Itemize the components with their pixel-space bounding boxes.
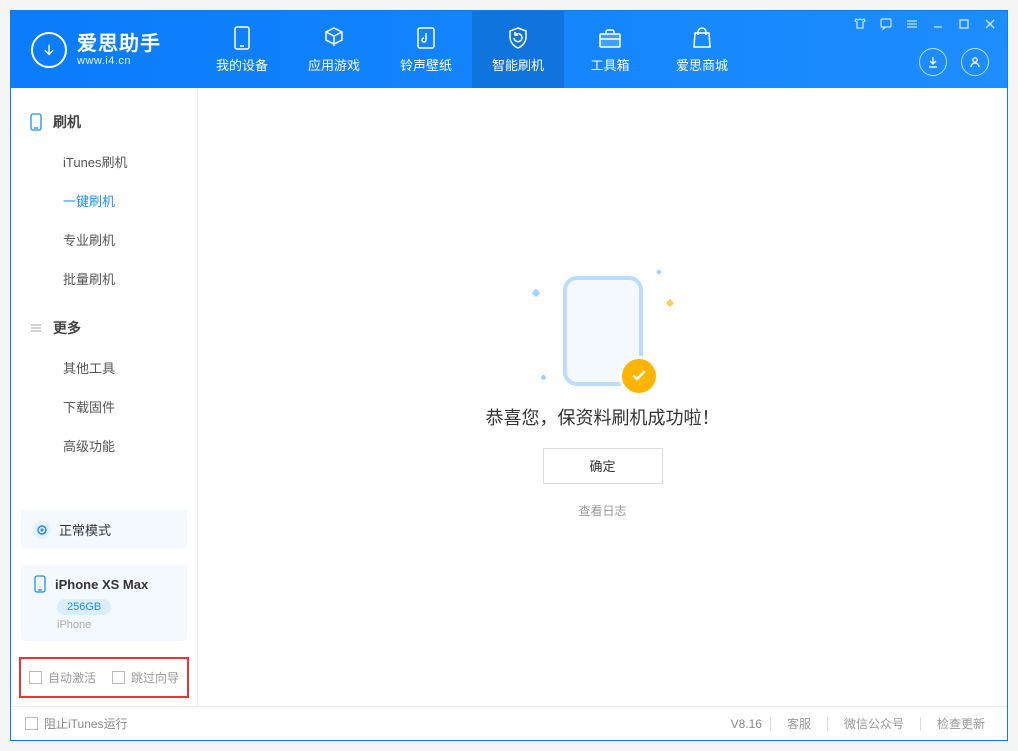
nav-label: 应用游戏 — [308, 55, 360, 74]
app-logo-icon — [31, 32, 67, 68]
version-label: V8.16 — [731, 717, 762, 731]
sidebar-item-pro-flash[interactable]: 专业刷机 — [11, 220, 197, 259]
nav-store[interactable]: 爱思商城 — [656, 11, 748, 88]
sidebar-item-download-firmware[interactable]: 下载固件 — [11, 387, 197, 426]
status-dot-icon — [33, 521, 51, 539]
cb-label: 阻止iTunes运行 — [44, 715, 128, 732]
nav-apps-games[interactable]: 应用游戏 — [288, 11, 380, 88]
sidebar-item-itunes-flash[interactable]: iTunes刷机 — [11, 142, 197, 181]
feedback-icon[interactable] — [879, 17, 893, 31]
checkbox-icon — [29, 671, 42, 684]
check-badge-icon — [619, 356, 659, 396]
section-title: 更多 — [53, 318, 81, 338]
nav-toolbox[interactable]: 工具箱 — [564, 11, 656, 88]
minimize-icon[interactable] — [931, 17, 945, 31]
device-status-label: 正常模式 — [59, 520, 111, 539]
maximize-icon[interactable] — [957, 17, 971, 31]
app-url: www.i4.cn — [77, 55, 161, 67]
device-info-card[interactable]: iPhone XS Max 256GB iPhone — [21, 565, 187, 641]
cb-skip-guide[interactable]: 跳过向导 — [112, 669, 179, 686]
close-icon[interactable] — [983, 17, 997, 31]
header: 爱思助手 www.i4.cn 我的设备 应用游戏 铃声壁纸 智能刷机 — [11, 11, 1007, 88]
sidebar-item-batch-flash[interactable]: 批量刷机 — [11, 259, 197, 298]
device-type: iPhone — [57, 619, 175, 631]
bag-icon — [689, 25, 715, 51]
nav-smart-flash[interactable]: 智能刷机 — [472, 11, 564, 88]
view-log-link[interactable]: 查看日志 — [578, 502, 626, 519]
sidebar-item-other-tools[interactable]: 其他工具 — [11, 348, 197, 387]
body: 刷机 iTunes刷机 一键刷机 专业刷机 批量刷机 更多 其他工具 下载固件 … — [11, 88, 1007, 706]
device-name: iPhone XS Max — [55, 577, 148, 592]
shirt-icon[interactable] — [853, 17, 867, 31]
nav-label: 爱思商城 — [676, 55, 728, 74]
cube-icon — [321, 25, 347, 51]
nav-label: 我的设备 — [216, 55, 268, 74]
list-icon — [29, 321, 43, 335]
sidebar-item-oneclick-flash[interactable]: 一键刷机 — [11, 181, 197, 220]
header-actions — [919, 48, 989, 76]
app-window: 爱思助手 www.i4.cn 我的设备 应用游戏 铃声壁纸 智能刷机 — [10, 10, 1008, 741]
device-capacity: 256GB — [57, 599, 111, 615]
shield-refresh-icon — [505, 25, 531, 51]
menu-icon[interactable] — [905, 17, 919, 31]
sidebar: 刷机 iTunes刷机 一键刷机 专业刷机 批量刷机 更多 其他工具 下载固件 … — [11, 88, 198, 706]
window-controls — [853, 17, 997, 31]
check-update-link[interactable]: 检查更新 — [929, 715, 993, 732]
nav-ringtone-wallpaper[interactable]: 铃声壁纸 — [380, 11, 472, 88]
nav: 我的设备 应用游戏 铃声壁纸 智能刷机 工具箱 爱思商城 — [196, 11, 748, 88]
music-file-icon — [413, 25, 439, 51]
toolbox-icon — [597, 25, 623, 51]
device-icon — [29, 113, 43, 131]
nav-label: 铃声壁纸 — [400, 55, 452, 74]
user-button[interactable] — [961, 48, 989, 76]
sidebar-item-advanced[interactable]: 高级功能 — [11, 426, 197, 465]
section-title: 刷机 — [53, 112, 81, 132]
wechat-link[interactable]: 微信公众号 — [836, 715, 912, 732]
success-illustration — [563, 276, 643, 386]
sidebar-section-more: 更多 — [11, 312, 197, 348]
logo-block: 爱思助手 www.i4.cn — [11, 11, 196, 88]
sidebar-options-highlighted: 自动激活 跳过向导 — [19, 657, 189, 698]
cb-block-itunes[interactable]: 阻止iTunes运行 — [25, 715, 128, 732]
download-button[interactable] — [919, 48, 947, 76]
checkbox-icon — [25, 717, 38, 730]
main-content: 恭喜您，保资料刷机成功啦！ 确定 查看日志 — [198, 88, 1007, 706]
cb-label: 自动激活 — [48, 669, 96, 686]
cb-auto-activate[interactable]: 自动激活 — [29, 669, 96, 686]
status-bar: 阻止iTunes运行 V8.16 客服 微信公众号 检查更新 — [11, 706, 1007, 740]
phone-small-icon — [33, 575, 47, 593]
nav-label: 工具箱 — [590, 55, 629, 74]
device-status-card[interactable]: 正常模式 — [21, 510, 187, 549]
nav-my-device[interactable]: 我的设备 — [196, 11, 288, 88]
checkbox-icon — [112, 671, 125, 684]
app-title: 爱思助手 — [77, 33, 161, 55]
nav-label: 智能刷机 — [492, 55, 544, 74]
customer-service-link[interactable]: 客服 — [779, 715, 819, 732]
phone-icon — [229, 25, 255, 51]
cb-label: 跳过向导 — [131, 669, 179, 686]
ok-button[interactable]: 确定 — [543, 448, 663, 484]
sidebar-section-flash: 刷机 — [11, 106, 197, 142]
success-message: 恭喜您，保资料刷机成功啦！ — [486, 404, 720, 430]
